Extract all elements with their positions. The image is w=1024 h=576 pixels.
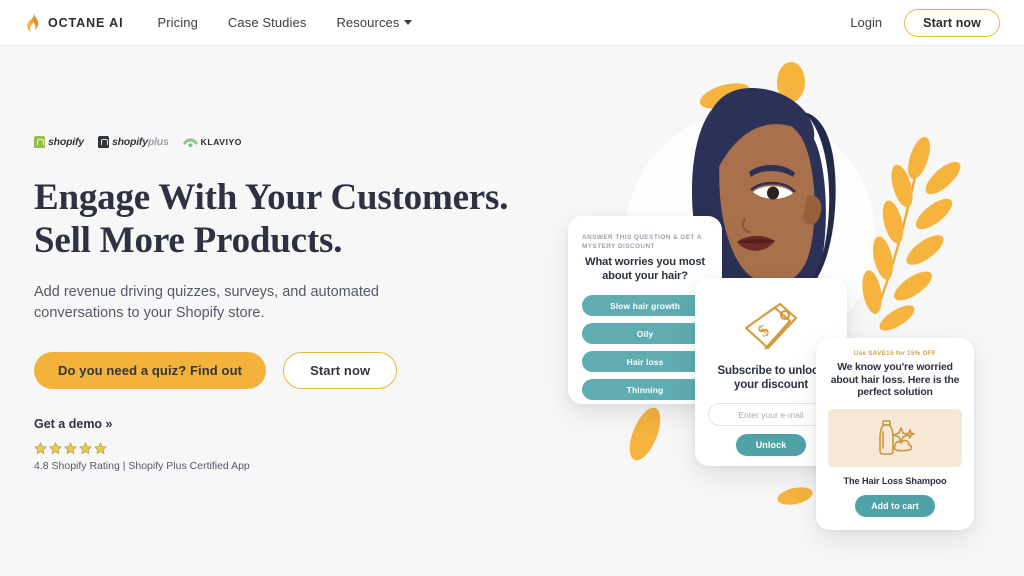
partner-logos: shopify shopifyplus KLAVIYO [34, 136, 534, 148]
partner-klaviyo: KLAVIYO [182, 137, 243, 148]
add-to-cart-button[interactable]: Add to cart [855, 494, 935, 517]
partner-label: shopifyplus [111, 136, 169, 148]
star-icon [64, 442, 77, 455]
promo-code-text: Use SAVE15 for 15% OFF [853, 350, 937, 357]
product-image [828, 408, 962, 467]
star-icon [79, 442, 92, 455]
quiz-option-thinning[interactable]: Thinning [582, 379, 708, 400]
leaf-branch-right [862, 136, 961, 331]
partner-label: shopify [48, 136, 84, 148]
product-card-headline: We know you're worried about hair loss. … [830, 362, 960, 398]
partner-label: KLAVIYO [200, 137, 243, 147]
nav-item-case-studies[interactable]: Case Studies [228, 15, 307, 30]
headline-line-1: Engage With Your Customers. [34, 177, 509, 218]
chevron-down-icon [404, 20, 413, 25]
star-icon [94, 442, 107, 455]
rating-text: 4.8 Shopify Rating | Shopify Plus Certif… [34, 460, 250, 472]
headline-line-2: Sell More Products. [34, 220, 343, 261]
start-now-cta-button[interactable]: Start now [283, 352, 398, 389]
star-icon [34, 442, 47, 455]
quiz-cta-button[interactable]: Do you need a quiz? Find out [34, 352, 267, 389]
partner-shopify-plus: shopifyplus [97, 136, 169, 148]
page-title: Engage With Your Customers. Sell More Pr… [34, 176, 534, 262]
product-name: The Hair Loss Shampoo [843, 475, 947, 486]
klaviyo-icon [182, 137, 198, 147]
quiz-kicker: ANSWER THIS QUESTION & GET A MYSTERY DIS… [582, 234, 702, 250]
get-a-demo-link[interactable]: Get a demo » [34, 417, 113, 431]
quiz-option-oily[interactable]: Oily [582, 323, 708, 344]
login-link[interactable]: Login [850, 15, 882, 30]
nav-item-pricing[interactable]: Pricing [157, 15, 197, 30]
site-header: OCTANE AI Pricing Case Studies Resources… [0, 0, 1024, 46]
brand-logo[interactable]: OCTANE AI [24, 11, 124, 34]
price-tag-icon: $ [744, 302, 798, 350]
header-actions: Login Start now [850, 8, 1000, 37]
flame-icon [27, 11, 39, 32]
shopify-bag-icon [97, 136, 109, 148]
nav-item-resources[interactable]: Resources [336, 15, 413, 30]
orange-blob [777, 487, 813, 505]
hero-section: shopify shopifyplus KLAVIYO Engage With … [0, 46, 1024, 576]
hero-cta-row: Do you need a quiz? Find out Start now [34, 352, 534, 389]
quiz-option-hair-loss[interactable]: Hair loss [582, 351, 708, 372]
nav-item-label: Pricing [157, 15, 198, 30]
shampoo-bottle-icon [879, 419, 915, 455]
start-now-button[interactable]: Start now [904, 8, 1000, 37]
partner-shopify: shopify [34, 136, 84, 148]
hero-copy: shopify shopifyplus KLAVIYO Engage With … [34, 136, 534, 472]
quiz-option-slow-hair-growth[interactable]: Slow hair growth [582, 295, 708, 316]
star-icon [49, 442, 62, 455]
quiz-question: What worries you most about your hair? [585, 256, 705, 282]
nav-item-label: Case Studies [227, 15, 307, 30]
shopify-bag-icon [34, 136, 45, 148]
nav-item-label: Resources [336, 15, 400, 30]
brand-name: OCTANE AI [48, 15, 124, 30]
main-nav: Pricing Case Studies Resources [157, 15, 413, 30]
unlock-button[interactable]: Unlock [735, 434, 807, 456]
orange-blob [629, 407, 661, 461]
star-rating [34, 442, 534, 455]
hero-subheading: Add revenue driving quizzes, surveys, an… [34, 284, 379, 321]
product-card: Use SAVE15 for 15% OFF We know you're wo… [816, 338, 974, 530]
